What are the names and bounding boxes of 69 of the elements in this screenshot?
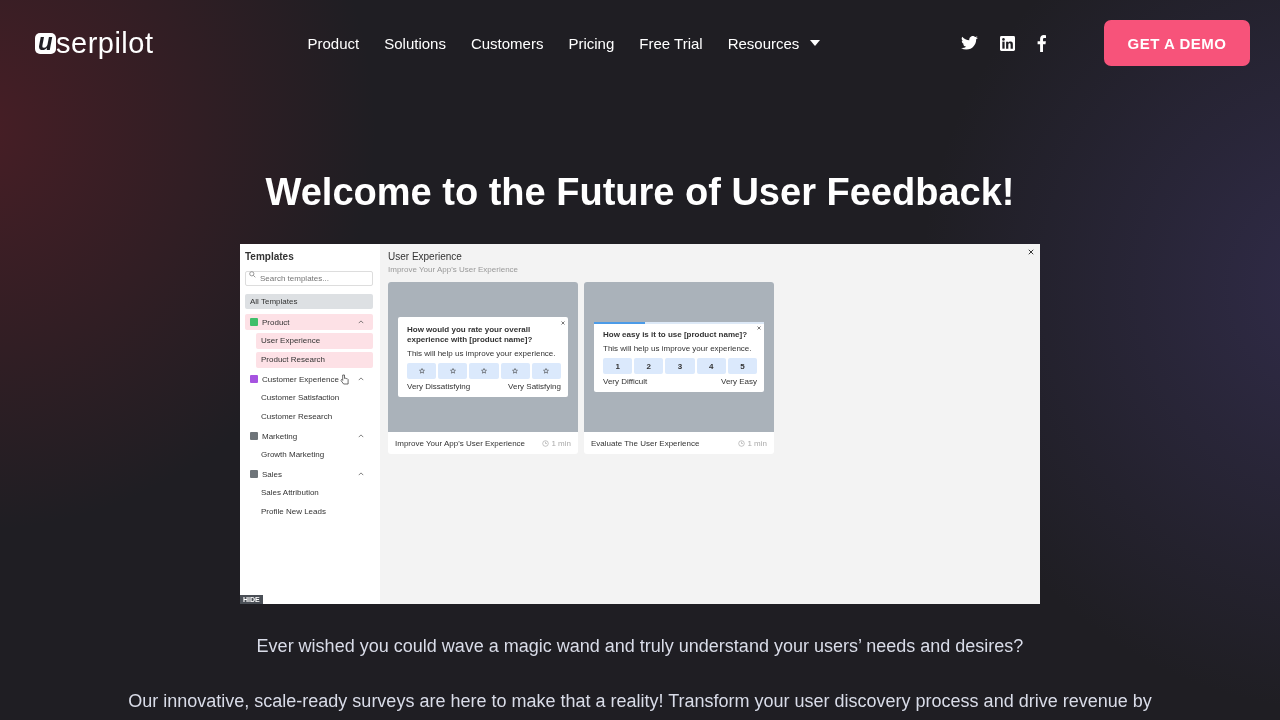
template-item[interactable]: Customer Satisfaction — [256, 390, 373, 406]
intro-paragraph: Our innovative, scale-ready surveys are here to make that a reality! Transform your user discovery process and drive revenue by — [127, 690, 1153, 713]
template-item[interactable]: Sales Attribution — [256, 485, 373, 501]
logo[interactable]: u serpilot — [35, 26, 154, 60]
category-label: Marketing — [262, 431, 298, 441]
scale-option: 1 — [603, 358, 633, 374]
star-icon — [543, 368, 550, 374]
duration-label: 1 min — [551, 438, 571, 448]
clock-icon — [738, 439, 746, 447]
linkedin-icon[interactable] — [1000, 35, 1015, 51]
template-card[interactable]: How easy is it to use [product name]? This will help us improve your experience. 1 2 3 4 5 Very Difficult Very Easy Evaluate The User Experience 1 min — [584, 282, 774, 454]
template-item[interactable]: Customer Research — [256, 409, 373, 425]
close-icon — [561, 321, 565, 325]
template-item[interactable]: Product Research — [256, 352, 373, 368]
star-icon — [418, 368, 425, 374]
template-item[interactable]: User Experience — [256, 333, 373, 349]
star-icon — [512, 368, 519, 374]
scale-option: 2 — [634, 358, 664, 374]
sidebar-title: Templates — [245, 251, 295, 262]
scale-option: 4 — [696, 358, 726, 374]
intro-paragraph: Ever wished you could wave a magic wand and truly understand your users’ needs and desires? — [255, 635, 1025, 658]
nav-link[interactable]: Solutions — [384, 34, 446, 52]
category-label: Product — [262, 317, 290, 327]
chevron-icon[interactable] — [358, 434, 364, 438]
nav-link[interactable]: Product — [307, 34, 360, 52]
star-icon — [449, 368, 456, 374]
scale-option: 3 — [665, 358, 695, 374]
section-title: User Experience — [388, 251, 463, 262]
scale-low-label: Very Difficult — [603, 377, 648, 386]
template-card[interactable]: How would you rate your overall experience with [product name]? This will help us improve your experience. Very Dissatisfying Very Satisfying Improve Your App's User Experience 1 min — [388, 282, 578, 454]
category-item[interactable]: Sales — [245, 466, 373, 482]
chevron-icon[interactable] — [358, 472, 364, 476]
nav-link[interactable]: Customers — [470, 34, 544, 52]
category-item[interactable]: Marketing — [245, 428, 373, 444]
category-label: Sales — [262, 469, 282, 479]
template-item[interactable]: Growth Marketing — [256, 447, 373, 463]
caret-icon[interactable] — [810, 40, 821, 46]
all-templates-item[interactable]: All Templates — [245, 294, 373, 309]
search-field[interactable]: Search templates... — [245, 271, 373, 286]
search-icon — [249, 271, 256, 278]
category-label: Customer Experience — [262, 374, 339, 384]
scale-high-label: Very Easy — [721, 377, 757, 386]
chevron-icon[interactable] — [358, 377, 364, 381]
close-icon[interactable] — [1028, 249, 1034, 255]
template-item[interactable]: Profile New Leads — [256, 504, 373, 520]
survey-hint: This will help us improve your experience. — [407, 349, 557, 358]
facebook-icon[interactable] — [1037, 34, 1046, 52]
scale-high-label: Very Satisfying — [508, 382, 561, 391]
survey-question: How easy is it to use [product name]? — [603, 330, 749, 340]
category-item[interactable]: Product — [245, 314, 373, 330]
category-item[interactable]: Customer Experience — [245, 371, 373, 387]
nav-link[interactable]: Resources — [727, 34, 800, 52]
card-title: Improve Your App's User Experience — [395, 438, 526, 448]
section-subtitle: Improve Your App's User Experience — [388, 265, 520, 274]
twitter-icon[interactable] — [961, 36, 978, 50]
chevron-icon[interactable] — [358, 320, 364, 324]
scale-low-label: Very Dissatisfying — [407, 382, 471, 391]
page-heading: Welcome to the Future of User Feedback! — [264, 170, 1016, 215]
hand-cursor-icon — [340, 374, 349, 385]
star-icon — [481, 368, 487, 374]
survey-question: How would you rate your overall experience with [product name]? — [407, 325, 534, 345]
nav-link[interactable]: Free Trial — [639, 34, 703, 52]
close-icon — [757, 326, 761, 330]
card-title: Evaluate The User Experience — [591, 438, 700, 448]
scale-option: 5 — [727, 358, 757, 374]
nav-link[interactable]: Pricing — [568, 34, 615, 52]
clock-icon — [542, 439, 550, 447]
survey-hint: This will help us improve your experience. — [603, 344, 753, 353]
duration-label: 1 min — [747, 438, 767, 448]
